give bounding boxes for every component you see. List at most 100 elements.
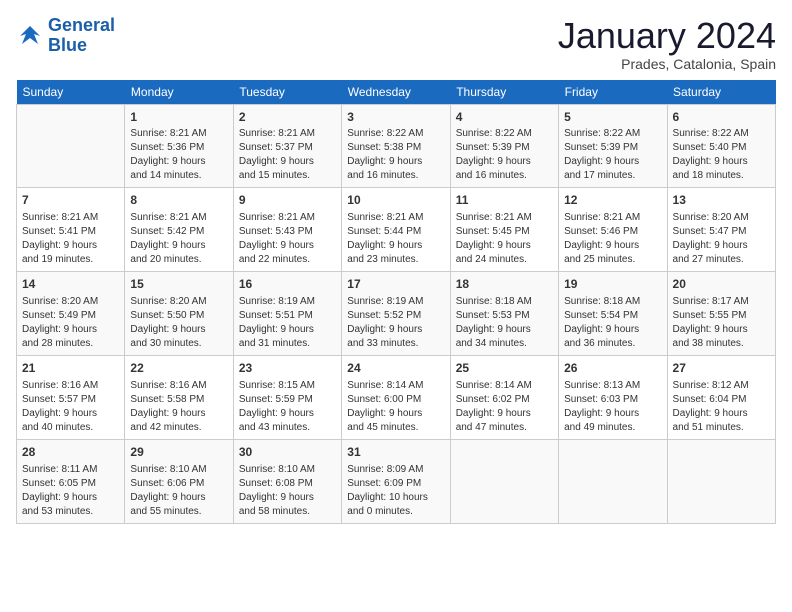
day-info: Sunrise: 8:22 AM Sunset: 5:39 PM Dayligh… <box>564 127 661 183</box>
logo-icon <box>16 22 44 50</box>
day-number: 23 <box>239 360 336 377</box>
day-number: 4 <box>456 109 553 126</box>
day-info: Sunrise: 8:12 AM Sunset: 6:04 PM Dayligh… <box>673 379 770 435</box>
calendar-cell: 7 Sunrise: 8:21 AM Sunset: 5:41 PM Daylig… <box>17 188 125 272</box>
day-number: 15 <box>130 276 227 293</box>
calendar-cell: 3Sunrise: 8:22 AM Sunset: 5:38 PM Daylig… <box>342 104 450 188</box>
day-number: 25 <box>456 360 553 377</box>
day-info: Sunrise: 8:16 AM Sunset: 5:57 PM Dayligh… <box>22 379 119 435</box>
title-block: January 2024 Prades, Catalonia, Spain <box>558 16 776 72</box>
calendar-cell: 31Sunrise: 8:09 AM Sunset: 6:09 PM Dayli… <box>342 439 450 523</box>
calendar-cell: 10 Sunrise: 8:21 AM Sunset: 5:44 PM Dayli… <box>342 188 450 272</box>
day-info: Sunrise: 8:21 AM Sunset: 5:41 PM Dayligh… <box>22 211 119 267</box>
day-info: Sunrise: 8:11 AM Sunset: 6:05 PM Dayligh… <box>22 463 119 519</box>
day-info: Sunrise: 8:13 AM Sunset: 6:03 PM Dayligh… <box>564 379 661 435</box>
day-number: 20 <box>673 276 770 293</box>
calendar-cell: 20 Sunrise: 8:17 AM Sunset: 5:55 PM Dayli… <box>667 272 775 356</box>
day-number: 21 <box>22 360 119 377</box>
calendar-cell: 22 Sunrise: 8:16 AM Sunset: 5:58 PM Dayli… <box>125 355 233 439</box>
calendar-cell: 14Sunrise: 8:20 AM Sunset: 5:49 PM Dayli… <box>17 272 125 356</box>
day-number: 10 <box>347 192 444 209</box>
day-header-sunday: Sunday <box>17 80 125 105</box>
day-number: 5 <box>564 109 661 126</box>
location: Prades, Catalonia, Spain <box>558 56 776 72</box>
day-info: Sunrise: 8:19 AM Sunset: 5:52 PM Dayligh… <box>347 295 444 351</box>
calendar-cell: 18 Sunrise: 8:18 AM Sunset: 5:53 PM Dayli… <box>450 272 558 356</box>
day-info: Sunrise: 8:10 AM Sunset: 6:08 PM Dayligh… <box>239 463 336 519</box>
day-number: 16 <box>239 276 336 293</box>
calendar-cell: 23 Sunrise: 8:15 AM Sunset: 5:59 PM Dayli… <box>233 355 341 439</box>
day-info: Sunrise: 8:16 AM Sunset: 5:58 PM Dayligh… <box>130 379 227 435</box>
logo: General Blue <box>16 16 115 56</box>
day-number: 31 <box>347 444 444 461</box>
day-info: Sunrise: 8:14 AM Sunset: 6:02 PM Dayligh… <box>456 379 553 435</box>
day-header-thursday: Thursday <box>450 80 558 105</box>
calendar-cell: 26 Sunrise: 8:13 AM Sunset: 6:03 PM Dayli… <box>559 355 667 439</box>
calendar-cell: 29 Sunrise: 8:10 AM Sunset: 6:06 PM Dayli… <box>125 439 233 523</box>
day-header-saturday: Saturday <box>667 80 775 105</box>
day-info: Sunrise: 8:18 AM Sunset: 5:53 PM Dayligh… <box>456 295 553 351</box>
month-title: January 2024 <box>558 16 776 56</box>
calendar-cell: 12 Sunrise: 8:21 AM Sunset: 5:46 PM Dayli… <box>559 188 667 272</box>
calendar-cell <box>450 439 558 523</box>
day-info: Sunrise: 8:22 AM Sunset: 5:40 PM Dayligh… <box>673 127 770 183</box>
calendar-cell <box>667 439 775 523</box>
day-number: 14 <box>22 276 119 293</box>
calendar-cell: 9Sunrise: 8:21 AM Sunset: 5:43 PM Daylig… <box>233 188 341 272</box>
day-info: Sunrise: 8:21 AM Sunset: 5:36 PM Dayligh… <box>130 127 227 183</box>
day-header-wednesday: Wednesday <box>342 80 450 105</box>
day-info: Sunrise: 8:20 AM Sunset: 5:50 PM Dayligh… <box>130 295 227 351</box>
calendar-cell <box>559 439 667 523</box>
day-number: 13 <box>673 192 770 209</box>
day-number: 29 <box>130 444 227 461</box>
calendar-body: 1Sunrise: 8:21 AM Sunset: 5:36 PM Daylig… <box>17 104 776 523</box>
day-info: Sunrise: 8:18 AM Sunset: 5:54 PM Dayligh… <box>564 295 661 351</box>
week-row-2: 14Sunrise: 8:20 AM Sunset: 5:49 PM Dayli… <box>17 272 776 356</box>
day-number: 2 <box>239 109 336 126</box>
calendar-cell: 17Sunrise: 8:19 AM Sunset: 5:52 PM Dayli… <box>342 272 450 356</box>
day-info: Sunrise: 8:15 AM Sunset: 5:59 PM Dayligh… <box>239 379 336 435</box>
week-row-1: 7 Sunrise: 8:21 AM Sunset: 5:41 PM Daylig… <box>17 188 776 272</box>
page-header: General Blue January 2024 Prades, Catalo… <box>16 16 776 72</box>
day-info: Sunrise: 8:21 AM Sunset: 5:46 PM Dayligh… <box>564 211 661 267</box>
calendar-cell: 25 Sunrise: 8:14 AM Sunset: 6:02 PM Dayli… <box>450 355 558 439</box>
day-info: Sunrise: 8:21 AM Sunset: 5:44 PM Dayligh… <box>347 211 444 267</box>
calendar-table: SundayMondayTuesdayWednesdayThursdayFrid… <box>16 80 776 524</box>
day-info: Sunrise: 8:10 AM Sunset: 6:06 PM Dayligh… <box>130 463 227 519</box>
day-info: Sunrise: 8:21 AM Sunset: 5:42 PM Dayligh… <box>130 211 227 267</box>
day-number: 7 <box>22 192 119 209</box>
day-number: 6 <box>673 109 770 126</box>
day-number: 12 <box>564 192 661 209</box>
calendar-cell: 6Sunrise: 8:22 AM Sunset: 5:40 PM Daylig… <box>667 104 775 188</box>
day-number: 8 <box>130 192 227 209</box>
day-info: Sunrise: 8:17 AM Sunset: 5:55 PM Dayligh… <box>673 295 770 351</box>
calendar-cell: 24 Sunrise: 8:14 AM Sunset: 6:00 PM Dayli… <box>342 355 450 439</box>
calendar-cell: 16Sunrise: 8:19 AM Sunset: 5:51 PM Dayli… <box>233 272 341 356</box>
calendar-cell: 5Sunrise: 8:22 AM Sunset: 5:39 PM Daylig… <box>559 104 667 188</box>
calendar-cell: 11Sunrise: 8:21 AM Sunset: 5:45 PM Dayli… <box>450 188 558 272</box>
day-number: 1 <box>130 109 227 126</box>
logo-text: General Blue <box>48 16 115 56</box>
day-number: 9 <box>239 192 336 209</box>
day-info: Sunrise: 8:21 AM Sunset: 5:37 PM Dayligh… <box>239 127 336 183</box>
day-number: 28 <box>22 444 119 461</box>
calendar-cell: 15 Sunrise: 8:20 AM Sunset: 5:50 PM Dayli… <box>125 272 233 356</box>
day-number: 22 <box>130 360 227 377</box>
day-number: 26 <box>564 360 661 377</box>
calendar-cell <box>17 104 125 188</box>
day-number: 18 <box>456 276 553 293</box>
calendar-cell: 19Sunrise: 8:18 AM Sunset: 5:54 PM Dayli… <box>559 272 667 356</box>
calendar-cell: 4Sunrise: 8:22 AM Sunset: 5:39 PM Daylig… <box>450 104 558 188</box>
week-row-3: 21 Sunrise: 8:16 AM Sunset: 5:57 PM Dayli… <box>17 355 776 439</box>
day-number: 11 <box>456 192 553 209</box>
calendar-cell: 30Sunrise: 8:10 AM Sunset: 6:08 PM Dayli… <box>233 439 341 523</box>
week-row-4: 28 Sunrise: 8:11 AM Sunset: 6:05 PM Dayli… <box>17 439 776 523</box>
day-number: 24 <box>347 360 444 377</box>
day-header-monday: Monday <box>125 80 233 105</box>
calendar-cell: 13Sunrise: 8:20 AM Sunset: 5:47 PM Dayli… <box>667 188 775 272</box>
calendar-cell: 27 Sunrise: 8:12 AM Sunset: 6:04 PM Dayli… <box>667 355 775 439</box>
day-info: Sunrise: 8:22 AM Sunset: 5:39 PM Dayligh… <box>456 127 553 183</box>
day-header-tuesday: Tuesday <box>233 80 341 105</box>
day-info: Sunrise: 8:14 AM Sunset: 6:00 PM Dayligh… <box>347 379 444 435</box>
day-number: 27 <box>673 360 770 377</box>
